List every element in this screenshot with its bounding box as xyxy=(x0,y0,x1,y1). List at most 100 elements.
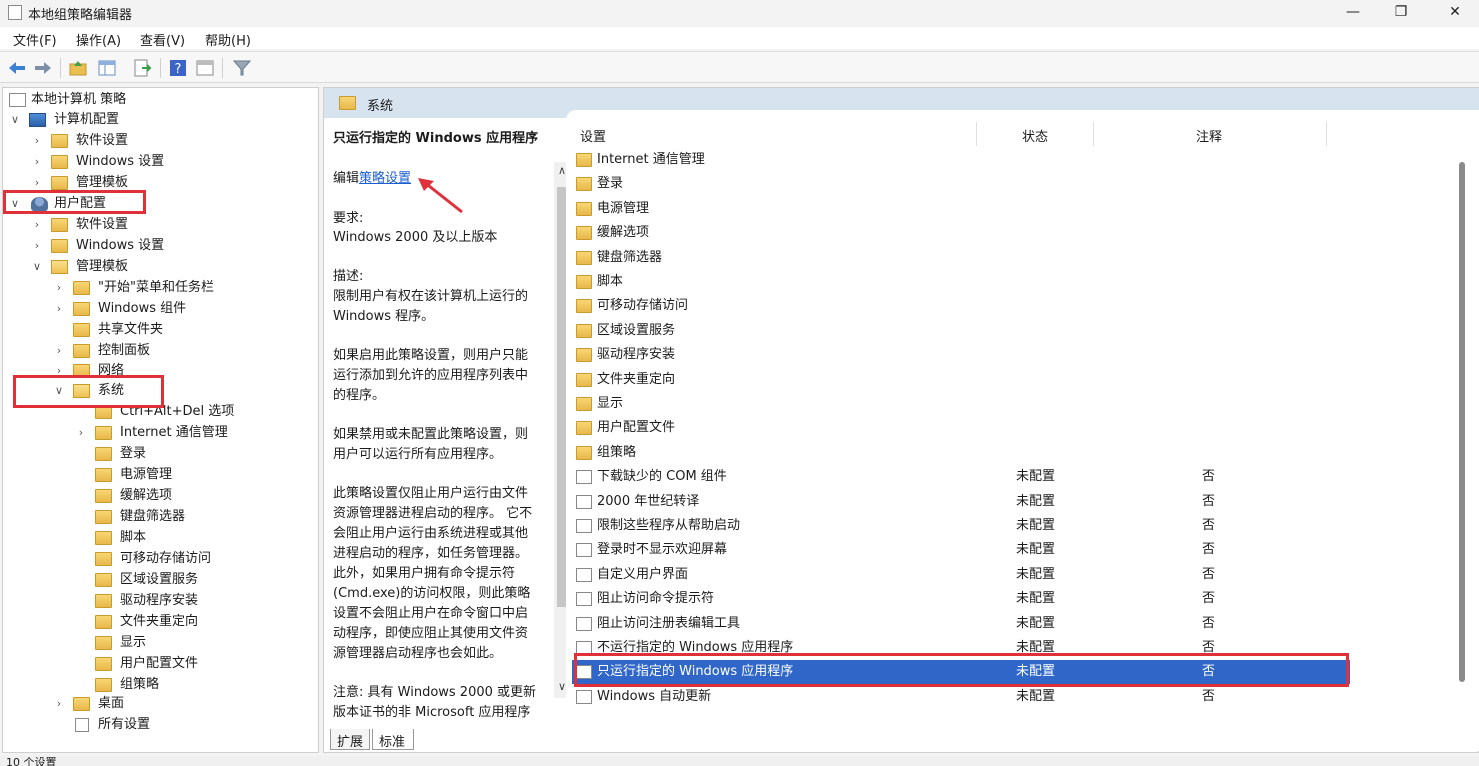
folder-icon xyxy=(95,552,112,566)
list-scrollbar[interactable] xyxy=(1456,150,1470,690)
folder-open-icon xyxy=(51,260,68,274)
maximize-button[interactable]: ❐ xyxy=(1378,0,1424,26)
folder-icon xyxy=(576,397,592,411)
policy-name: Windows 自动更新 xyxy=(597,688,712,704)
show-hide-tree-icon[interactable] xyxy=(97,58,117,78)
folder-icon xyxy=(95,510,112,524)
tab-standard[interactable]: 标准 xyxy=(372,729,414,750)
policy-state: 未配置 xyxy=(1016,615,1056,631)
folder-icon xyxy=(576,372,592,387)
policy-row[interactable]: 下载缺少的 COM 组件 未配置 否 xyxy=(572,465,1350,489)
description-line: 如果启用此策略设置，则用户只能 xyxy=(333,348,529,363)
policy-row[interactable]: 限制这些程序从帮助启动 未配置 否 xyxy=(572,514,1350,538)
chevron-right-icon[interactable]: › xyxy=(31,215,43,235)
folder-row[interactable]: 可移动存储访问 xyxy=(572,294,1350,318)
description-line: 注意: 具有 Windows 2000 或更新 xyxy=(333,685,537,700)
policy-row[interactable]: 阻止访问命令提示符 未配置 否 xyxy=(572,587,1350,611)
forward-icon[interactable] xyxy=(33,58,53,78)
all-settings-icon xyxy=(75,718,89,732)
folder-icon xyxy=(73,697,90,711)
tab-extended[interactable]: 扩展 xyxy=(330,729,370,750)
chevron-right-icon[interactable]: › xyxy=(75,423,87,443)
folder-row[interactable]: Internet 通信管理 xyxy=(572,148,1350,172)
folder-icon xyxy=(95,594,112,608)
filter-icon[interactable] xyxy=(232,58,252,78)
policy-comment: 否 xyxy=(1202,469,1216,485)
minimize-button[interactable]: — xyxy=(1330,0,1376,26)
back-icon[interactable] xyxy=(7,58,27,78)
policy-row[interactable]: 自定义用户界面 未配置 否 xyxy=(572,563,1350,587)
menu-view[interactable]: 查看(V) xyxy=(140,30,185,49)
scroll-thumb[interactable] xyxy=(1459,162,1465,682)
folder-icon xyxy=(95,678,112,692)
folder-row[interactable]: 脚本 xyxy=(572,270,1350,294)
description-line: 此策略设置仅阻止用户运行由文件 xyxy=(333,486,529,501)
folder-row[interactable]: 文件夹重定向 xyxy=(572,368,1350,392)
folder-icon xyxy=(73,323,90,337)
menu-help[interactable]: 帮助(H) xyxy=(205,30,251,49)
policy-state: 未配置 xyxy=(1016,542,1056,558)
chevron-down-icon[interactable]: ∨ xyxy=(31,257,43,277)
status-text: 10 个设置 xyxy=(6,756,57,766)
folder-icon xyxy=(51,239,68,253)
description-line: 源管理器启动程序也会如此。 xyxy=(333,646,503,661)
column-state[interactable]: 状态 xyxy=(1022,126,1048,145)
toolbar: ? xyxy=(0,51,1479,83)
folder-icon xyxy=(51,218,68,232)
folder-row[interactable]: 用户配置文件 xyxy=(572,416,1350,440)
policy-row[interactable]: Windows 自动更新 未配置 否 xyxy=(572,685,1350,709)
folder-icon xyxy=(576,275,592,289)
close-button[interactable]: ✕ xyxy=(1432,0,1478,26)
folder-icon xyxy=(576,323,592,338)
column-comment[interactable]: 注释 xyxy=(1196,126,1222,145)
folder-icon xyxy=(95,636,112,650)
policy-row[interactable]: 阻止访问注册表编辑工具 未配置 否 xyxy=(572,612,1350,636)
up-folder-icon[interactable] xyxy=(68,58,88,78)
help-icon[interactable]: ? xyxy=(168,58,188,78)
policy-name: 2000 年世纪转译 xyxy=(597,493,700,509)
menu-file[interactable]: 文件(F) xyxy=(13,30,57,49)
policy-setting-icon xyxy=(576,567,592,582)
policy-title: 只运行指定的 Windows 应用程序 xyxy=(333,131,539,146)
column-setting[interactable]: 设置 xyxy=(580,126,606,145)
chevron-down-icon[interactable]: ∨ xyxy=(9,110,21,130)
description-line: 会阻止用户运行由系统进程或其他 xyxy=(333,526,529,541)
policy-tree: 本地计算机 策略 ∨ 计算机配置 › 软件设置 › Windows 设置 › 管… xyxy=(2,87,319,753)
folder-icon xyxy=(95,615,112,629)
export-list-icon[interactable] xyxy=(132,58,152,78)
policy-row[interactable]: 2000 年世纪转译 未配置 否 xyxy=(572,490,1350,514)
description-line: 如果禁用或未配置此策略设置，则 xyxy=(333,427,529,442)
policy-state: 未配置 xyxy=(1016,469,1056,485)
description-line: 运行添加到允许的应用程序列表中 xyxy=(333,368,529,383)
edit-policy-link[interactable]: 策略设置 xyxy=(359,171,411,186)
chevron-right-icon[interactable]: › xyxy=(53,278,65,298)
policy-state: 未配置 xyxy=(1016,493,1056,509)
chevron-right-icon[interactable]: › xyxy=(31,236,43,256)
chevron-right-icon[interactable]: › xyxy=(53,341,65,361)
folder-row[interactable]: 登录 xyxy=(572,172,1350,196)
chevron-right-icon[interactable]: › xyxy=(53,694,65,714)
policy-row[interactable]: 登录时不显示欢迎屏幕 未配置 否 xyxy=(572,538,1350,562)
folder-row[interactable]: 显示 xyxy=(572,392,1350,416)
menu-action[interactable]: 操作(A) xyxy=(76,30,121,49)
folder-icon xyxy=(73,302,90,316)
policy-name: 自定义用户界面 xyxy=(597,566,689,582)
settings-list: 设置 状态 注释 Internet 通信管理 登录 电源管理 缓解选项 键盘筛选器 脚本可… xyxy=(566,110,1479,751)
folder-row[interactable]: 区域设置服务 xyxy=(572,319,1350,343)
folder-row[interactable]: 缓解选项 xyxy=(572,221,1350,245)
properties-icon[interactable] xyxy=(195,58,215,78)
folder-row[interactable]: 键盘筛选器 xyxy=(572,246,1350,270)
policy-setting-icon xyxy=(576,543,592,558)
chevron-right-icon[interactable]: › xyxy=(31,131,43,151)
folder-icon xyxy=(576,201,592,216)
chevron-right-icon[interactable]: › xyxy=(53,299,65,319)
description-line: 进程启动的程序，如任务管理器。 xyxy=(333,546,529,561)
folder-icon xyxy=(576,348,592,363)
description-line: 资源管理器进程启动的程序。 它不 xyxy=(333,506,533,521)
folder-row[interactable]: 电源管理 xyxy=(572,197,1350,221)
policy-setting-icon xyxy=(576,616,592,631)
folder-row[interactable]: 驱动程序安装 xyxy=(572,343,1350,367)
folder-row[interactable]: 组策略 xyxy=(572,441,1350,465)
chevron-right-icon[interactable]: › xyxy=(31,152,43,172)
description-line: 此外，如果用户拥有命令提示符 xyxy=(333,566,516,581)
